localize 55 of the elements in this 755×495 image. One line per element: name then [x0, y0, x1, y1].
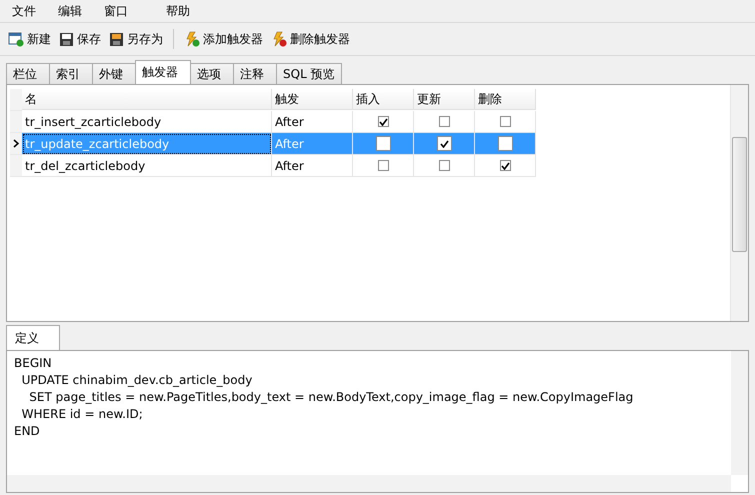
tab[interactable]: 外键	[92, 63, 136, 84]
tab[interactable]: 触发器	[135, 60, 191, 84]
table-plus-icon	[8, 31, 24, 47]
horizontal-scrollbar[interactable]	[7, 475, 731, 492]
table-cell: tr_del_zcarticlebody	[22, 155, 272, 177]
column-header: 更新	[414, 89, 475, 110]
vertical-scrollbar[interactable]	[730, 85, 748, 321]
checkbox[interactable]	[500, 116, 510, 127]
code-editor[interactable]: BEGIN UPDATE chinabim_dev.cb_article_body SET page_titles = new.PageTitles,body_text = new.BodyText,copy_image_flag = new.CopyImageFlag WHERE id = new.ID; END	[6, 350, 749, 493]
tab[interactable]: 注释	[233, 63, 277, 84]
checkbox[interactable]	[376, 136, 390, 151]
tab[interactable]: 定义	[6, 325, 60, 350]
row-pointer-icon	[13, 139, 19, 148]
vertical-scrollbar[interactable]	[731, 351, 748, 475]
menu-item[interactable]: 文件	[4, 2, 44, 20]
menu-item[interactable]: 窗口	[96, 2, 136, 20]
table-cell: After	[272, 111, 353, 133]
lightning-delete-icon	[271, 31, 287, 47]
column-header: 触发	[272, 89, 353, 110]
menu-item[interactable]: 编辑	[50, 2, 90, 20]
checkbox[interactable]	[436, 136, 452, 151]
code-line: END	[14, 423, 41, 440]
column-header: 删除	[475, 89, 536, 110]
save-icon	[109, 32, 124, 46]
table-cell: After	[272, 133, 353, 155]
lightning-plus-icon	[184, 31, 200, 47]
column-header: 插入	[353, 89, 414, 110]
code-line: BEGIN	[14, 355, 53, 372]
checkbox[interactable]	[438, 116, 450, 127]
code-line: SET page_titles = new.PageTitles,body_text = new.BodyText,copy_image_flag = new.CopyImageFlag	[28, 389, 634, 406]
table-cell: tr_insert_zcarticlebody	[22, 111, 272, 133]
table-cell: tr_update_zcarticlebody	[22, 133, 272, 155]
table-cell: After	[272, 155, 353, 177]
checkbox[interactable]	[498, 136, 512, 151]
checkbox[interactable]	[500, 160, 510, 171]
toolbar-button[interactable]: 删除触发器	[269, 28, 352, 50]
save-icon	[59, 32, 74, 46]
toolbar-button[interactable]: 另存为	[107, 28, 165, 50]
checkbox[interactable]	[438, 160, 450, 171]
checkbox[interactable]	[378, 116, 388, 127]
toolbar-button[interactable]: 新建	[6, 28, 53, 50]
code-line: UPDATE chinabim_dev.cb_article_body	[20, 372, 254, 389]
tab[interactable]: 选项	[190, 63, 234, 84]
check-icon	[378, 118, 388, 126]
code-line: WHERE id = new.ID;	[20, 406, 144, 423]
check-icon	[500, 162, 510, 170]
check-icon	[440, 140, 448, 148]
menu-item[interactable]: 帮助	[158, 2, 198, 20]
column-header: 名	[22, 89, 272, 110]
toolbar-button[interactable]: 添加触发器	[182, 28, 265, 50]
tab[interactable]: 索引	[49, 63, 93, 84]
checkbox[interactable]	[378, 160, 388, 171]
toolbar-button[interactable]: 保存	[57, 28, 103, 50]
tab[interactable]: 栏位	[6, 63, 50, 84]
tab[interactable]: SQL 预览	[276, 63, 342, 84]
